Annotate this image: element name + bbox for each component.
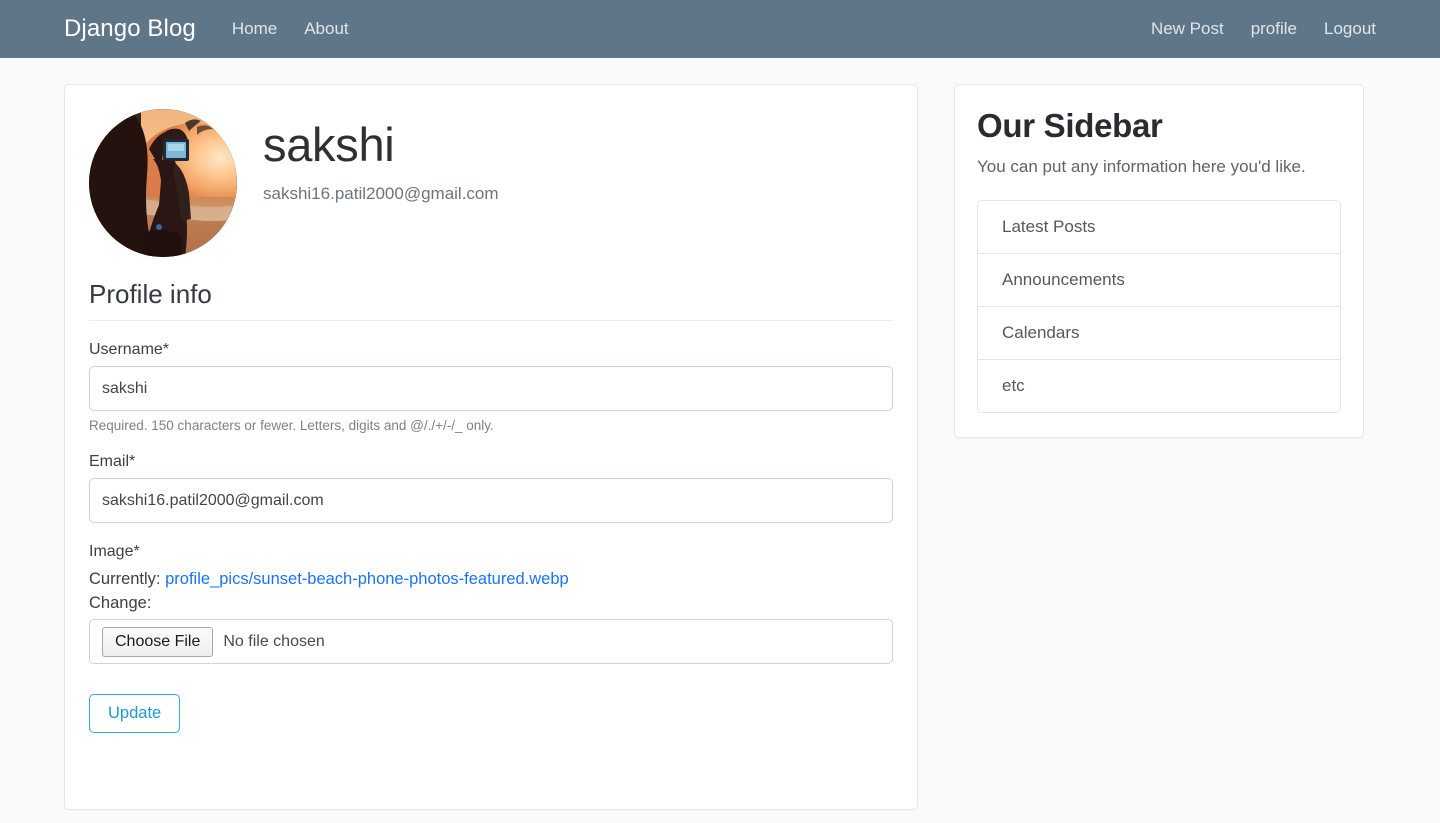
nav-links-left: Home About (232, 19, 349, 39)
nav-link-logout[interactable]: Logout (1324, 19, 1376, 39)
profile-username: sakshi (263, 118, 395, 171)
currently-label: Currently: (89, 570, 161, 588)
file-status-text: No file chosen (223, 632, 325, 650)
profile-info-legend: Profile info (89, 279, 893, 321)
username-input[interactable] (89, 366, 893, 411)
sidebar-list: Latest Posts Announcements Calendars etc (977, 199, 1341, 413)
sidebar-column: Our Sidebar You can put any information … (954, 84, 1364, 438)
username-label: Username* (89, 341, 170, 358)
sidebar-card: Our Sidebar You can put any information … (954, 84, 1364, 438)
sidebar-item-etc[interactable]: etc (978, 359, 1340, 412)
nav-link-home[interactable]: Home (232, 19, 277, 39)
profile-email: sakshi16.patil2000@gmail.com (263, 183, 499, 203)
top-navbar: Django Blog Home About New Post profile … (0, 0, 1440, 58)
email-label: Email* (89, 453, 136, 470)
profile-form: Profile info Username* Required. 150 cha… (89, 279, 893, 733)
nav-link-new-post[interactable]: New Post (1151, 19, 1224, 39)
page-body: sakshi sakshi16.patil2000@gmail.com Prof… (0, 58, 1440, 810)
sidebar-description: You can put any information here you'd l… (977, 157, 1306, 176)
sidebar-title: Our Sidebar (977, 107, 1163, 144)
image-label: Image* (89, 543, 140, 560)
image-file-input[interactable]: Choose File No file chosen (89, 619, 893, 664)
brand-logo[interactable]: Django Blog (64, 15, 196, 43)
choose-file-button[interactable]: Choose File (102, 626, 214, 657)
sidebar-item-calendars[interactable]: Calendars (978, 306, 1340, 360)
sidebar-item-announcements[interactable]: Announcements (978, 253, 1340, 307)
profile-card: sakshi sakshi16.patil2000@gmail.com Prof… (64, 84, 918, 810)
avatar-image (89, 109, 237, 257)
username-field-group: Username* Required. 150 characters or fe… (89, 341, 893, 433)
change-label: Change: (89, 594, 152, 612)
main-column: sakshi sakshi16.patil2000@gmail.com Prof… (64, 84, 918, 810)
currently-row: Currently: profile_pics/sunset-beach-pho… (89, 570, 893, 589)
nav-link-about[interactable]: About (304, 19, 348, 39)
sidebar-item-latest-posts[interactable]: Latest Posts (978, 200, 1340, 254)
nav-links-right: New Post profile Logout (1151, 19, 1440, 39)
nav-link-profile[interactable]: profile (1251, 19, 1297, 39)
profile-meta: sakshi sakshi16.patil2000@gmail.com (263, 109, 499, 204)
email-input[interactable] (89, 478, 893, 523)
email-field-group: Email* (89, 453, 893, 523)
avatar (89, 109, 237, 257)
profile-header: sakshi sakshi16.patil2000@gmail.com (89, 109, 893, 257)
current-image-link[interactable]: profile_pics/sunset-beach-phone-photos-f… (165, 570, 569, 588)
username-help-text: Required. 150 characters or fewer. Lette… (89, 418, 494, 433)
image-field-group: Image* Currently: profile_pics/sunset-be… (89, 543, 893, 664)
update-button[interactable]: Update (89, 694, 181, 733)
